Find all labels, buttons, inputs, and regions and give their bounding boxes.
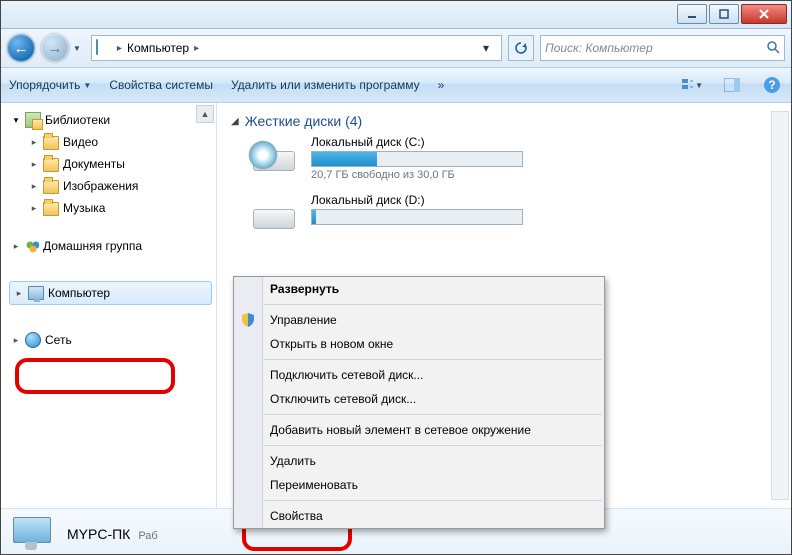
computer-large-icon xyxy=(9,515,55,553)
breadcrumb[interactable]: ▸ Компьютер ▸ ▾ xyxy=(91,35,502,61)
chevron-right-icon[interactable]: ▸ xyxy=(191,43,202,54)
tree-scroll-up[interactable]: ▲ xyxy=(196,105,214,123)
ctx-expand[interactable]: Развернуть xyxy=(234,277,604,301)
explorer-window: ← → ▼ ▸ Компьютер ▸ ▾ Поиск: Компьютер У… xyxy=(0,0,792,555)
svg-text:?: ? xyxy=(768,78,775,92)
pictures-icon xyxy=(43,178,59,194)
drive-icon xyxy=(249,193,297,233)
sidebar-item-documents[interactable]: ▸ Документы xyxy=(7,153,216,175)
uninstall-button[interactable]: Удалить или изменить программу xyxy=(231,78,420,92)
shield-icon xyxy=(239,311,257,329)
organize-button[interactable]: Упорядочить▼ xyxy=(9,78,91,92)
breadcrumb-root[interactable]: Компьютер xyxy=(127,41,189,55)
computer-icon xyxy=(28,285,44,301)
sidebar-item-homegroup[interactable]: ▸ Домашняя группа xyxy=(7,235,216,257)
ctx-rename[interactable]: Переименовать xyxy=(234,473,604,497)
section-header-hdd[interactable]: ◢ Жесткие диски (4) xyxy=(231,113,777,129)
expand-icon[interactable]: ▸ xyxy=(11,335,21,346)
homegroup-icon xyxy=(25,239,39,253)
sidebar-item-music[interactable]: ▸ Музыка xyxy=(7,197,216,219)
drive-label: Локальный диск (D:) xyxy=(311,193,523,207)
search-input[interactable]: Поиск: Компьютер xyxy=(540,35,785,61)
sidebar: ▲ ▾ Библиотеки ▸ Видео ▸ Документы xyxy=(1,103,217,508)
details-sub: Раб xyxy=(138,530,157,542)
drive-usage-bar xyxy=(311,151,523,167)
minimize-button[interactable] xyxy=(677,4,707,24)
chevron-right-icon[interactable]: ▸ xyxy=(114,43,125,54)
sidebar-item-pictures[interactable]: ▸ Изображения xyxy=(7,175,216,197)
search-placeholder: Поиск: Компьютер xyxy=(545,41,653,55)
drive-icon xyxy=(249,135,297,175)
ctx-manage[interactable]: Управление xyxy=(234,308,604,332)
expand-icon[interactable]: ▸ xyxy=(14,288,24,299)
drive-usage-bar xyxy=(311,209,523,225)
toolbar-overflow[interactable]: » xyxy=(438,78,445,92)
search-icon xyxy=(766,40,780,57)
expand-icon[interactable]: ▸ xyxy=(11,241,21,252)
ctx-map-drive[interactable]: Подключить сетевой диск... xyxy=(234,363,604,387)
refresh-button[interactable] xyxy=(508,35,534,61)
context-menu: Развернуть Управление Открыть в новом ок… xyxy=(233,276,605,529)
details-name: MYPC-ПК xyxy=(67,526,130,542)
history-dropdown[interactable]: ▼ xyxy=(73,44,81,53)
drive-freespace: 20,7 ГБ свободно из 30,0 ГБ xyxy=(311,169,523,181)
navbar: ← → ▼ ▸ Компьютер ▸ ▾ Поиск: Компьютер xyxy=(1,29,791,68)
expand-icon[interactable]: ▸ xyxy=(29,181,39,192)
ctx-unmap-drive[interactable]: Отключить сетевой диск... xyxy=(234,387,604,411)
nav-tree: ▾ Библиотеки ▸ Видео ▸ Документы ▸ xyxy=(1,109,216,351)
content-scrollbar[interactable] xyxy=(771,111,789,500)
close-button[interactable] xyxy=(741,4,787,24)
help-button[interactable]: ? xyxy=(761,74,783,96)
drive-label: Локальный диск (C:) xyxy=(311,135,523,149)
forward-button[interactable]: → xyxy=(41,34,69,62)
expand-icon[interactable]: ▸ xyxy=(29,159,39,170)
sidebar-item-computer[interactable]: ▸ Компьютер xyxy=(9,281,212,305)
documents-icon xyxy=(43,156,59,172)
drive-c[interactable]: Локальный диск (C:) 20,7 ГБ свободно из … xyxy=(249,135,777,181)
drive-d[interactable]: Локальный диск (D:) xyxy=(249,193,777,233)
video-icon xyxy=(43,134,59,150)
ctx-add-network-location[interactable]: Добавить новый элемент в сетевое окружен… xyxy=(234,418,604,442)
sidebar-item-video[interactable]: ▸ Видео xyxy=(7,131,216,153)
libraries-icon xyxy=(25,112,41,128)
expand-icon[interactable]: ▸ xyxy=(29,137,39,148)
sidebar-item-libraries[interactable]: ▾ Библиотеки xyxy=(7,109,216,131)
preview-pane-button[interactable] xyxy=(721,74,743,96)
computer-icon xyxy=(96,40,112,56)
view-options-button[interactable]: ▼ xyxy=(681,74,703,96)
music-icon xyxy=(43,200,59,216)
expand-icon[interactable]: ▾ xyxy=(11,115,21,126)
breadcrumb-dropdown-icon[interactable]: ▾ xyxy=(475,41,497,55)
sidebar-item-network[interactable]: ▸ Сеть xyxy=(7,329,216,351)
ctx-open-new-window[interactable]: Открыть в новом окне xyxy=(234,332,604,356)
network-icon xyxy=(25,332,41,348)
ctx-delete[interactable]: Удалить xyxy=(234,449,604,473)
system-properties-button[interactable]: Свойства системы xyxy=(109,78,213,92)
maximize-button[interactable] xyxy=(709,4,739,24)
back-button[interactable]: ← xyxy=(7,34,35,62)
toolbar: Упорядочить▼ Свойства системы Удалить ил… xyxy=(1,68,791,103)
ctx-properties[interactable]: Свойства xyxy=(234,504,604,528)
expand-icon[interactable]: ▸ xyxy=(29,203,39,214)
titlebar xyxy=(1,1,791,29)
collapse-icon[interactable]: ◢ xyxy=(231,116,239,127)
